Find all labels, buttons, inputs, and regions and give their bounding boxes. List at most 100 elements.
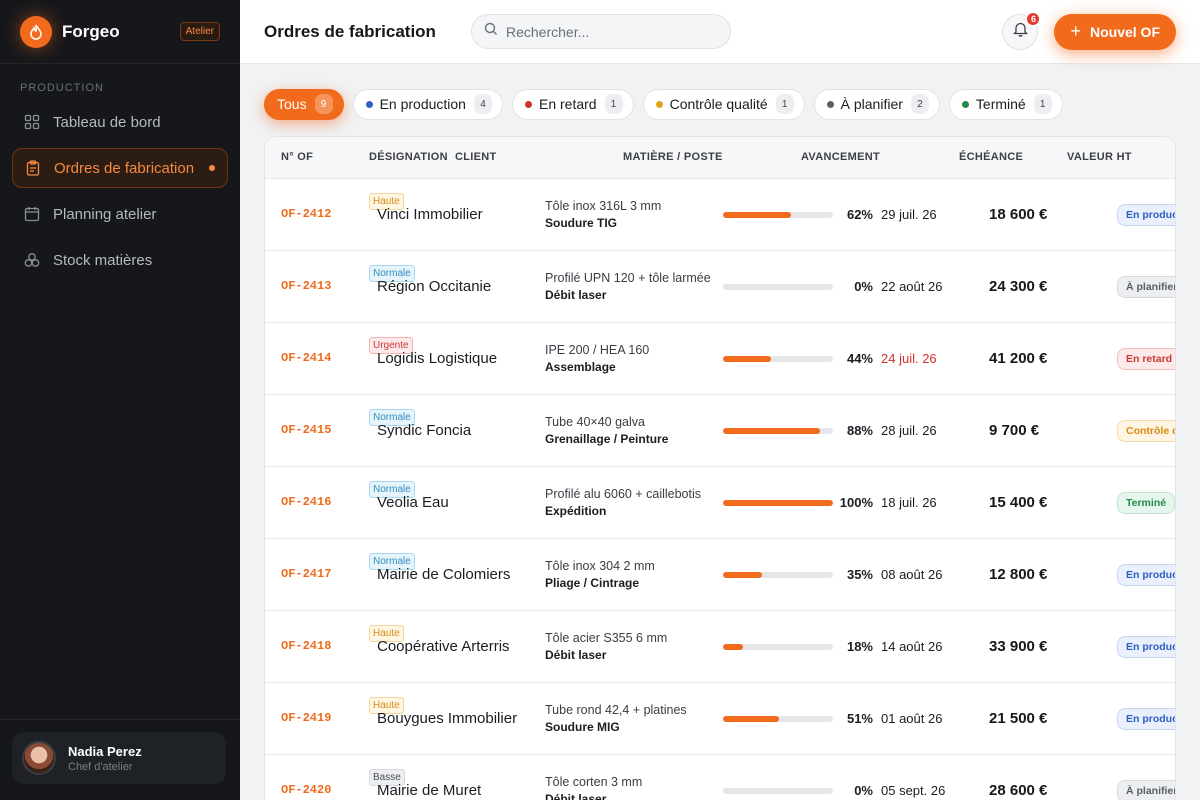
material: Profilé alu 6060 + caillebotis (545, 487, 701, 501)
order-number[interactable]: OF-2417 (281, 567, 331, 581)
column-header-client[interactable]: CLIENT (455, 151, 497, 163)
table-row[interactable]: OF-2420 Basse Mairie de Muret Tôle corten 3… (265, 755, 1175, 800)
progress-percent: 100% (839, 495, 873, 510)
filter-label: En retard (538, 96, 597, 112)
brand: Forgeo Atelier (0, 0, 240, 64)
due-date: 24 juil. 26 (881, 351, 937, 366)
orders-table: N° OF DÉSIGNATION CLIENT MATIÈRE / POSTE… (264, 136, 1176, 800)
progress-percent: 18% (846, 639, 873, 654)
table-row[interactable]: OF-2416 Normale Veolia Eau Profilé alu 6060… (265, 467, 1175, 539)
sidebar-item-planning[interactable]: Planning atelier (12, 194, 228, 234)
filter-chip-all[interactable]: Tous 9 (264, 88, 344, 120)
progress-bar (723, 356, 833, 362)
table-row[interactable]: OF-2413 Normale Région Occitanie Profilé UP… (265, 251, 1175, 323)
progress-bar (723, 428, 833, 434)
status-badge: À planifier (1117, 780, 1175, 800)
material: Tube 40×40 galva (545, 415, 645, 429)
table-row[interactable]: OF-2417 Normale Mairie de Colomiers Tôle in… (265, 539, 1175, 611)
workstation: Débit laser (545, 288, 607, 302)
order-number[interactable]: OF-2418 (281, 639, 331, 653)
table-row[interactable]: OF-2414 Urgente Logidis Logistique IPE 200 … (265, 323, 1175, 395)
column-header-number[interactable]: N° OF (281, 151, 313, 163)
filter-count: 2 (910, 94, 929, 114)
column-header-progress[interactable]: AVANCEMENT (801, 151, 880, 163)
workstation: Débit laser (545, 792, 607, 800)
page-title: Ordres de fabrication (264, 21, 436, 41)
progress-bar-fill (723, 428, 820, 434)
column-header-material[interactable]: MATIÈRE / POSTE (623, 151, 723, 163)
order-number[interactable]: OF-2412 (281, 207, 331, 221)
bell-icon (1012, 21, 1029, 42)
status-badge: En retard (1117, 348, 1175, 370)
workspace-badge: Atelier (179, 22, 220, 41)
topbar: Ordres de fabrication 6 + Nouvel OF (240, 0, 1200, 64)
status-badge: En production (1117, 708, 1175, 730)
workstation: Assemblage (545, 360, 616, 374)
order-number[interactable]: OF-2413 (281, 279, 331, 293)
column-header-due-date[interactable]: ÉCHÉANCE (959, 151, 1023, 163)
filter-chip-to-plan[interactable]: À planifier 2 (813, 88, 940, 120)
progress-bar-fill (723, 356, 772, 362)
order-number[interactable]: OF-2414 (281, 351, 331, 365)
status-dot (365, 100, 373, 108)
progress-bar-fill (723, 212, 792, 218)
due-date: 01 août 26 (881, 711, 943, 726)
client-name: Syndic Foncia (377, 422, 472, 439)
sidebar-item-orders[interactable]: Ordres de fabrication (12, 148, 228, 188)
grid-icon (24, 114, 40, 130)
sidebar-item-stock[interactable]: Stock matières (12, 240, 228, 280)
filter-count: 9 (314, 94, 333, 114)
notifications-button[interactable]: 6 (1002, 10, 1042, 50)
brand-name: Forgeo (62, 21, 120, 41)
progress-bar-fill (723, 644, 743, 650)
table-row[interactable]: OF-2412 Haute Vinci Immobilier Tôle inox 31… (265, 179, 1175, 251)
progress-bar (723, 500, 833, 506)
progress-percent: 51% (846, 711, 873, 726)
sidebar-item-dashboard[interactable]: Tableau de bord (12, 102, 228, 142)
status-badge: En production (1117, 204, 1175, 226)
column-header-designation[interactable]: DÉSIGNATION (369, 151, 448, 163)
progress-bar (723, 212, 833, 218)
status-badge: En production (1117, 564, 1175, 586)
client-name: Coopérative Arterris (377, 638, 510, 655)
progress-percent: 0% (854, 783, 873, 798)
client-name: Mairie de Colomiers (377, 566, 511, 583)
status-badge: Contrôle qualité (1117, 420, 1175, 442)
due-date: 18 juil. 26 (881, 495, 937, 510)
order-number[interactable]: OF-2416 (281, 495, 331, 509)
user-card[interactable]: Nadia Perez Chef d'atelier (12, 732, 226, 784)
table-row[interactable]: OF-2419 Haute Bouygues Immobilier Tube rond… (265, 683, 1175, 755)
client-name: Veolia Eau (377, 494, 449, 511)
progress-percent: 44% (846, 351, 873, 366)
filter-chip-late[interactable]: En retard 1 (511, 88, 634, 120)
table-header: N° OF DÉSIGNATION CLIENT MATIÈRE / POSTE… (265, 137, 1175, 179)
order-number[interactable]: OF-2420 (281, 783, 331, 797)
order-value: 41 200 € (989, 350, 1048, 367)
sidebar-item-label: Stock matières (53, 251, 153, 269)
plus-icon: + (1070, 21, 1081, 41)
filter-label: En production (379, 96, 466, 112)
order-number[interactable]: OF-2419 (281, 711, 331, 725)
new-order-label: Nouvel OF (1089, 23, 1160, 40)
divider (0, 719, 240, 720)
status-dot (826, 100, 834, 108)
search-input[interactable] (506, 23, 706, 40)
table-row[interactable]: OF-2418 Haute Coopérative Arterris Tôle aci… (265, 611, 1175, 683)
filter-label: À planifier (840, 96, 903, 112)
new-order-button[interactable]: + Nouvel OF (1054, 13, 1176, 50)
search-box[interactable] (471, 14, 731, 49)
filter-label: Contrôle qualité (669, 96, 768, 112)
filter-chip-done[interactable]: Terminé 1 (948, 88, 1063, 120)
material: Tube rond 42,4 + platines (545, 703, 687, 717)
table-row[interactable]: OF-2415 Normale Syndic Foncia Tube 40×40 ga… (265, 395, 1175, 467)
filter-chip-in-production[interactable]: En production 4 (352, 88, 503, 120)
order-value: 9 700 € (989, 422, 1040, 439)
progress-percent: 35% (846, 567, 873, 582)
search-icon (484, 22, 498, 41)
order-number[interactable]: OF-2415 (281, 423, 331, 437)
column-header-value[interactable]: VALEUR HT (1067, 151, 1132, 163)
client-name: Bouygues Immobilier (377, 710, 518, 727)
avatar (22, 741, 56, 775)
workstation: Grenaillage / Peinture (545, 432, 669, 446)
filter-chip-quality-control[interactable]: Contrôle qualité 1 (642, 88, 805, 120)
